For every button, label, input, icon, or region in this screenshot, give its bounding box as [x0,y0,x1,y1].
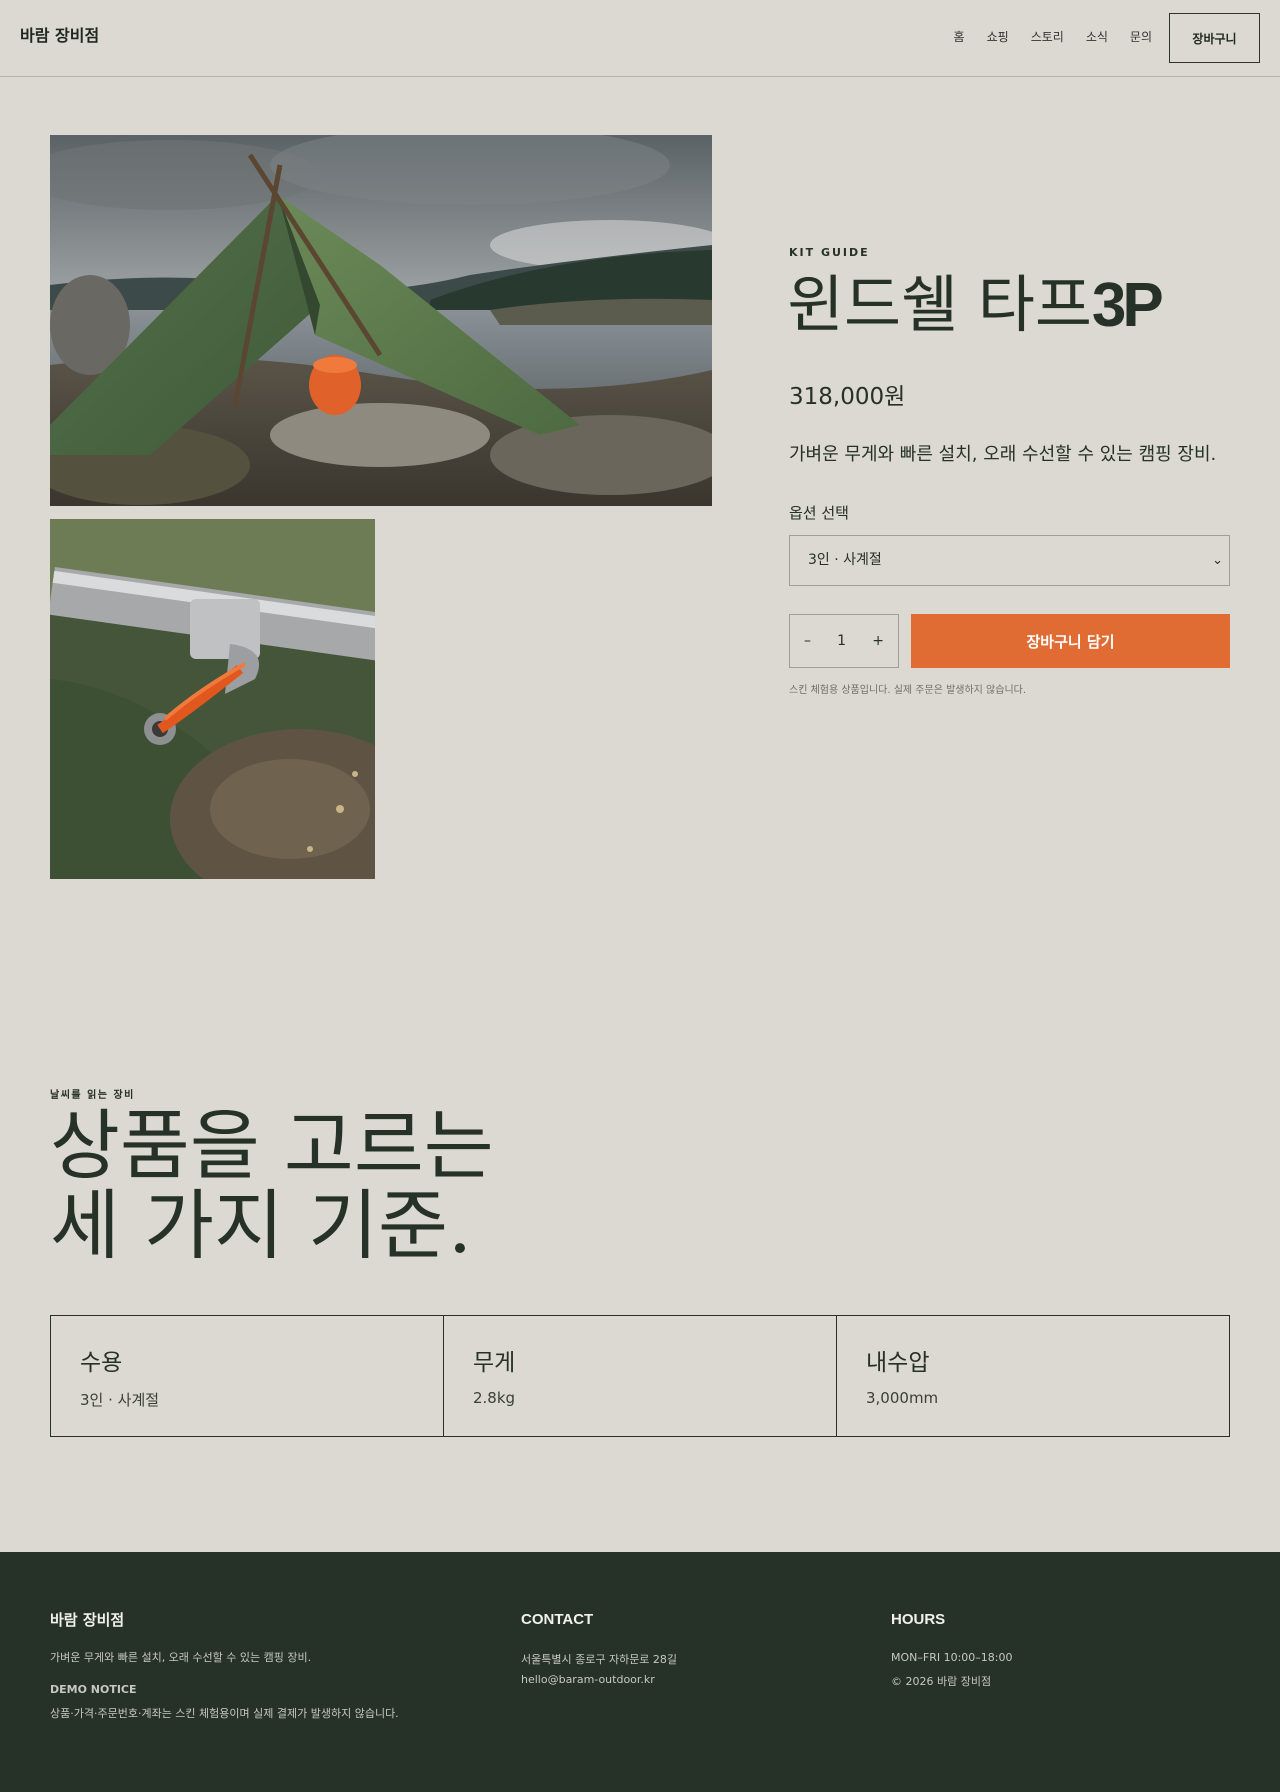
product-title: 윈드쉘 타프3P [787,268,1164,343]
product-description: 가벼운 무게와 빠른 설치, 오래 수선할 수 있는 캠핑 장비. [789,444,1217,465]
option-selected-value: 3인 · 사계절 [808,552,882,568]
footer-hours-heading: HOURS [891,1611,946,1628]
criteria-name: 내수압 [866,1350,930,1376]
nav-item-home[interactable]: 홈 [954,28,965,45]
product-main-image [50,135,712,506]
section-title: 상품을 고르는 세 가지 기준. [50,1106,494,1266]
product-detail-image [50,519,375,879]
option-select[interactable]: 3인 · 사계절 ⌄ [789,535,1230,586]
criteria-name: 수용 [80,1350,123,1376]
footer-copyright: © 2026 바람 장비점 [891,1675,992,1688]
criteria-value: 3,000mm [866,1389,939,1407]
site-footer: 바람 장비점 가벼운 무게와 빠른 설치, 오래 수선할 수 있는 캠핑 장비.… [0,1552,1280,1792]
footer-hours: MON–FRI 10:00–18:00 [891,1651,1013,1664]
qty-decrement-button[interactable]: – [804,633,811,649]
criteria-table: 수용 3인 · 사계절 무게 2.8kg 내수압 3,000mm [50,1315,1230,1437]
criteria-value: 2.8kg [473,1389,516,1407]
criteria-item: 내수압 3,000mm [837,1316,1229,1436]
option-label: 옵션 선택 [789,504,849,522]
qty-increment-button[interactable]: + [872,633,884,649]
brand-logo[interactable]: 바람 장비점 [20,22,99,46]
product-kicker: KIT GUIDE [789,246,870,259]
footer-brand: 바람 장비점 [50,1611,125,1629]
section-title-line1: 상품을 고르는 [50,1101,494,1190]
nav-item-contact[interactable]: 문의 [1130,28,1152,45]
section-kicker: 날씨를 읽는 장비 [50,1090,135,1101]
footer-contact-heading: CONTACT [521,1611,594,1628]
main-nav: 홈 쇼핑 스토리 소식 문의 [954,28,1152,45]
demo-note: 스킨 체험용 상품입니다. 실제 주문은 발생하지 않습니다. [789,685,1027,696]
chevron-down-icon: ⌄ [1212,553,1223,568]
site-header: 바람 장비점 홈 쇼핑 스토리 소식 문의 장바구니 [0,0,1280,77]
nav-item-story[interactable]: 스토리 [1031,28,1064,45]
footer-address: 서울특별시 종로구 자하문로 28길 [521,1653,678,1666]
criteria-item: 수용 3인 · 사계절 [51,1316,444,1436]
nav-item-news[interactable]: 소식 [1086,28,1108,45]
footer-notice-text: 상품·가격·주문번호·계좌는 스킨 체험용이며 실제 결제가 발생하지 않습니다… [50,1707,399,1720]
footer-email[interactable]: hello@baram-outdoor.kr [521,1673,655,1686]
product-price: 318,000원 [789,384,906,410]
quantity-stepper: – 1 + [789,614,899,668]
qty-value[interactable]: 1 [837,633,846,649]
section-title-line2: 세 가지 기준. [50,1181,473,1270]
criteria-name: 무게 [473,1350,516,1376]
add-to-cart-button[interactable]: 장바구니 담기 [911,614,1230,668]
footer-tagline: 가벼운 무게와 빠른 설치, 오래 수선할 수 있는 캠핑 장비. [50,1651,312,1664]
footer-notice-heading: DEMO NOTICE [50,1683,137,1696]
cart-button[interactable]: 장바구니 [1169,13,1260,63]
product-title-ko: 윈드쉘 타프 [787,268,1092,341]
criteria-value: 3인 · 사계절 [80,1391,160,1409]
product-title-latin: 3P [1091,271,1164,340]
criteria-item: 무게 2.8kg [444,1316,837,1436]
nav-item-shop[interactable]: 쇼핑 [987,28,1009,45]
